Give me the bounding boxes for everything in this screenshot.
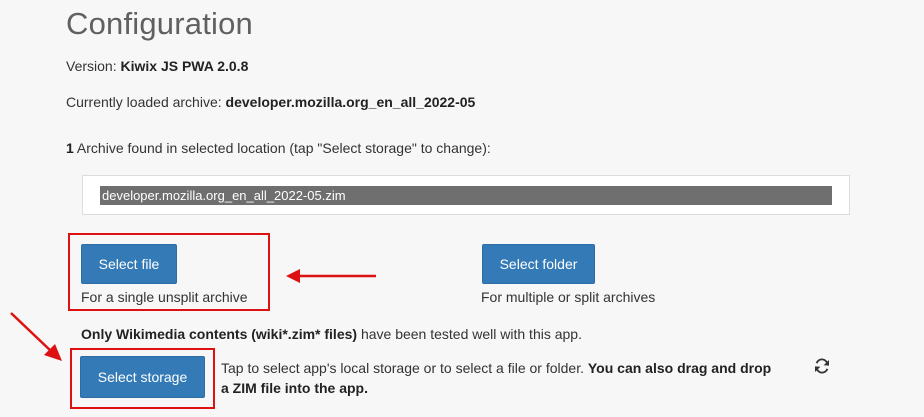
storage-help-text: Tap to select app's local storage or to …	[221, 358, 781, 398]
wikimedia-note: Only Wikimedia contents (wiki*.zim* file…	[81, 325, 582, 343]
select-storage-button[interactable]: Select storage	[80, 356, 205, 398]
version-value: Kiwix JS PWA 2.0.8	[120, 58, 249, 74]
version-label: Version:	[66, 58, 117, 74]
select-folder-caption: For multiple or split archives	[481, 289, 656, 305]
wikimedia-note-bold: Only Wikimedia contents (wiki*.zim* file…	[81, 326, 358, 342]
archive-count: 1	[66, 140, 74, 156]
version-line: Version: Kiwix JS PWA 2.0.8	[66, 57, 248, 75]
archive-found-line: 1 Archive found in selected location (ta…	[66, 139, 491, 157]
page-title: Configuration	[66, 6, 253, 41]
archive-found-text: Archive found in selected location (tap …	[76, 140, 491, 156]
select-folder-button[interactable]: Select folder	[482, 244, 595, 284]
wikimedia-note-rest: have been tested well with this app.	[357, 326, 582, 342]
select-file-caption: For a single unsplit archive	[81, 289, 248, 305]
archive-list-item-selected[interactable]: developer.mozilla.org_en_all_2022-05.zim	[100, 186, 832, 205]
select-file-button[interactable]: Select file	[81, 244, 177, 284]
archive-list[interactable]: developer.mozilla.org_en_all_2022-05.zim	[82, 175, 850, 215]
storage-help-plain: Tap to select app's local storage or to …	[221, 360, 588, 376]
refresh-icon[interactable]	[813, 357, 831, 375]
loaded-archive-label: Currently loaded archive:	[66, 94, 222, 110]
red-arrow-annotation	[286, 269, 376, 283]
loaded-archive-value: developer.mozilla.org_en_all_2022-05	[225, 94, 476, 110]
red-arrow-annotation	[10, 312, 62, 361]
loaded-archive-line: Currently loaded archive: developer.mozi…	[66, 93, 475, 111]
